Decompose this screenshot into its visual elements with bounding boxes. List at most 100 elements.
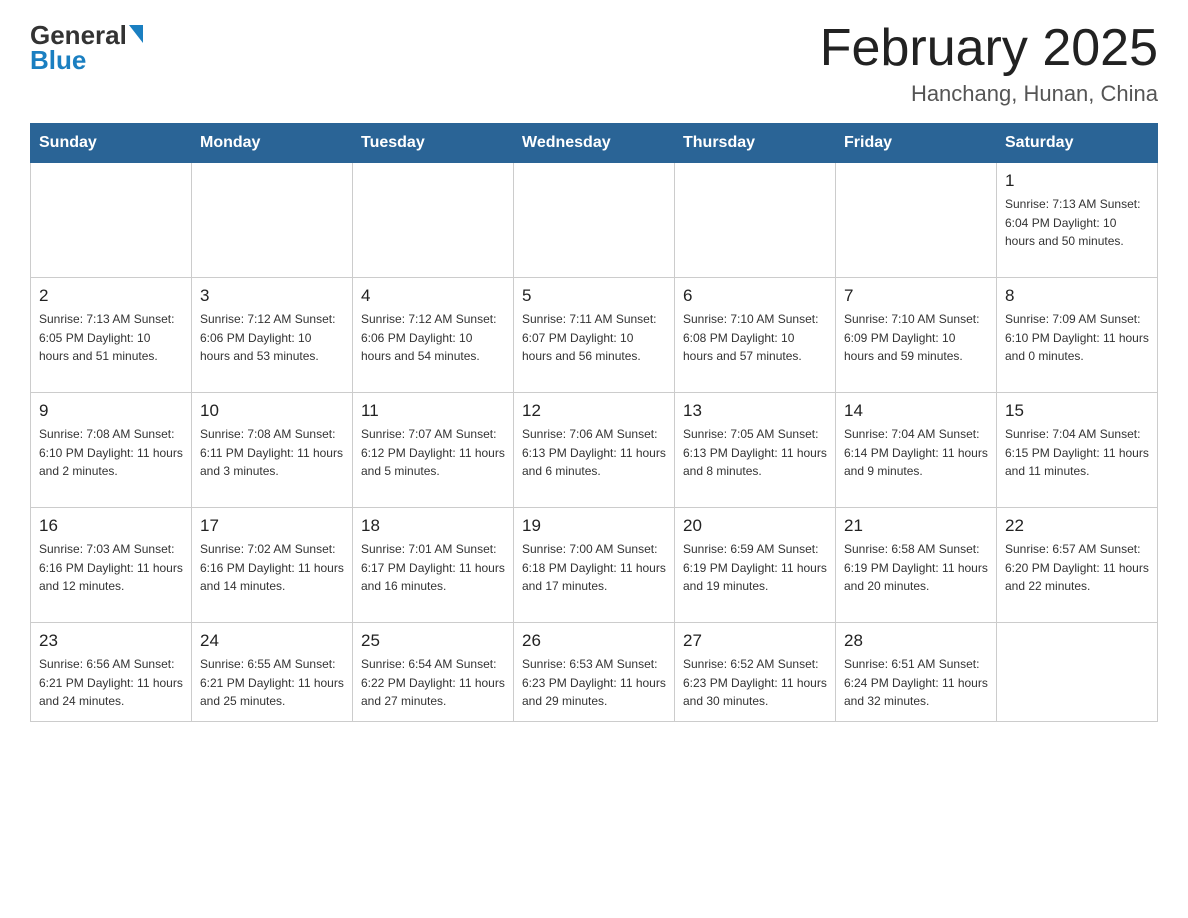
day-info: Sunrise: 7:04 AM Sunset: 6:15 PM Dayligh… [1005, 425, 1149, 481]
day-info: Sunrise: 7:01 AM Sunset: 6:17 PM Dayligh… [361, 540, 505, 596]
day-info: Sunrise: 7:11 AM Sunset: 6:07 PM Dayligh… [522, 310, 666, 366]
day-number: 2 [39, 286, 183, 306]
calendar-cell: 25Sunrise: 6:54 AM Sunset: 6:22 PM Dayli… [353, 623, 514, 722]
calendar-cell: 28 Sunrise: 6:51 AM Sunset: 6:24 PM Dayli… [836, 623, 997, 722]
calendar-cell: 23 Sunrise: 6:56 AM Sunset: 6:21 PM Dayli… [31, 623, 192, 722]
day-number: 26 [522, 631, 666, 651]
day-info: Sunrise: 6:55 AM Sunset: 6:21 PM Dayligh… [200, 655, 344, 711]
day-info: Sunrise: 7:12 AM Sunset: 6:06 PM Dayligh… [200, 310, 344, 366]
calendar-cell [836, 163, 997, 278]
weekday-header-friday: Friday [836, 124, 997, 163]
day-number: 8 [1005, 286, 1149, 306]
day-info: Sunrise: 7:02 AM Sunset: 6:16 PM Dayligh… [200, 540, 344, 596]
calendar-cell: 16 Sunrise: 7:03 AM Sunset: 6:16 PM Dayli… [31, 508, 192, 623]
day-number: 7 [844, 286, 988, 306]
calendar-cell: 3 Sunrise: 7:12 AM Sunset: 6:06 PM Daylig… [192, 278, 353, 393]
calendar-cell [514, 163, 675, 278]
calendar-table: SundayMondayTuesdayWednesdayThursdayFrid… [30, 123, 1158, 722]
calendar-cell: 5 Sunrise: 7:11 AM Sunset: 6:07 PM Daylig… [514, 278, 675, 393]
logo: General Blue [30, 20, 143, 76]
day-number: 5 [522, 286, 666, 306]
weekday-header-tuesday: Tuesday [353, 124, 514, 163]
logo-triangle-icon [129, 25, 143, 43]
day-info: Sunrise: 7:00 AM Sunset: 6:18 PM Dayligh… [522, 540, 666, 596]
calendar-cell: 26 Sunrise: 6:53 AM Sunset: 6:23 PM Dayli… [514, 623, 675, 722]
day-number: 22 [1005, 516, 1149, 536]
calendar-cell: 8 Sunrise: 7:09 AM Sunset: 6:10 PM Daylig… [997, 278, 1158, 393]
day-info: Sunrise: 6:51 AM Sunset: 6:24 PM Dayligh… [844, 655, 988, 711]
day-number: 14 [844, 401, 988, 421]
day-info: Sunrise: 7:08 AM Sunset: 6:11 PM Dayligh… [200, 425, 344, 481]
day-number: 18 [361, 516, 505, 536]
calendar-cell: 9Sunrise: 7:08 AM Sunset: 6:10 PM Daylig… [31, 393, 192, 508]
day-info: Sunrise: 7:06 AM Sunset: 6:13 PM Dayligh… [522, 425, 666, 481]
day-info: Sunrise: 6:53 AM Sunset: 6:23 PM Dayligh… [522, 655, 666, 711]
calendar-cell: 22 Sunrise: 6:57 AM Sunset: 6:20 PM Dayli… [997, 508, 1158, 623]
day-number: 28 [844, 631, 988, 651]
calendar-cell: 12 Sunrise: 7:06 AM Sunset: 6:13 PM Dayli… [514, 393, 675, 508]
weekday-header-monday: Monday [192, 124, 353, 163]
day-number: 23 [39, 631, 183, 651]
page-header: General Blue February 2025 Hanchang, Hun… [30, 20, 1158, 107]
calendar-cell: 18 Sunrise: 7:01 AM Sunset: 6:17 PM Dayli… [353, 508, 514, 623]
day-number: 3 [200, 286, 344, 306]
day-number: 10 [200, 401, 344, 421]
day-info: Sunrise: 7:13 AM Sunset: 6:05 PM Dayligh… [39, 310, 183, 366]
day-info: Sunrise: 7:10 AM Sunset: 6:08 PM Dayligh… [683, 310, 827, 366]
day-info: Sunrise: 7:13 AM Sunset: 6:04 PM Dayligh… [1005, 195, 1149, 251]
day-info: Sunrise: 7:12 AM Sunset: 6:06 PM Dayligh… [361, 310, 505, 366]
day-info: Sunrise: 6:52 AM Sunset: 6:23 PM Dayligh… [683, 655, 827, 711]
day-info: Sunrise: 7:04 AM Sunset: 6:14 PM Dayligh… [844, 425, 988, 481]
day-info: Sunrise: 6:54 AM Sunset: 6:22 PM Dayligh… [361, 655, 505, 711]
day-number: 15 [1005, 401, 1149, 421]
weekday-header-row: SundayMondayTuesdayWednesdayThursdayFrid… [31, 124, 1158, 163]
day-number: 12 [522, 401, 666, 421]
day-info: Sunrise: 7:09 AM Sunset: 6:10 PM Dayligh… [1005, 310, 1149, 366]
day-number: 17 [200, 516, 344, 536]
day-number: 21 [844, 516, 988, 536]
day-info: Sunrise: 7:03 AM Sunset: 6:16 PM Dayligh… [39, 540, 183, 596]
title-block: February 2025 Hanchang, Hunan, China [820, 20, 1158, 107]
calendar-cell: 19 Sunrise: 7:00 AM Sunset: 6:18 PM Dayli… [514, 508, 675, 623]
calendar-cell [997, 623, 1158, 722]
calendar-cell [675, 163, 836, 278]
day-info: Sunrise: 6:59 AM Sunset: 6:19 PM Dayligh… [683, 540, 827, 596]
day-number: 11 [361, 401, 505, 421]
calendar-cell: 1 Sunrise: 7:13 AM Sunset: 6:04 PM Daylig… [997, 163, 1158, 278]
calendar-cell: 7 Sunrise: 7:10 AM Sunset: 6:09 PM Daylig… [836, 278, 997, 393]
weekday-header-thursday: Thursday [675, 124, 836, 163]
calendar-cell: 10 Sunrise: 7:08 AM Sunset: 6:11 PM Dayli… [192, 393, 353, 508]
day-number: 19 [522, 516, 666, 536]
calendar-cell: 14 Sunrise: 7:04 AM Sunset: 6:14 PM Dayli… [836, 393, 997, 508]
weekday-header-wednesday: Wednesday [514, 124, 675, 163]
day-number: 6 [683, 286, 827, 306]
day-info: Sunrise: 6:58 AM Sunset: 6:19 PM Dayligh… [844, 540, 988, 596]
calendar-cell: 11Sunrise: 7:07 AM Sunset: 6:12 PM Dayli… [353, 393, 514, 508]
day-info: Sunrise: 7:10 AM Sunset: 6:09 PM Dayligh… [844, 310, 988, 366]
day-info: Sunrise: 6:57 AM Sunset: 6:20 PM Dayligh… [1005, 540, 1149, 596]
calendar-cell: 2 Sunrise: 7:13 AM Sunset: 6:05 PM Daylig… [31, 278, 192, 393]
day-number: 1 [1005, 171, 1149, 191]
week-row-1: 1 Sunrise: 7:13 AM Sunset: 6:04 PM Daylig… [31, 163, 1158, 278]
calendar-cell: 20Sunrise: 6:59 AM Sunset: 6:19 PM Dayli… [675, 508, 836, 623]
week-row-5: 23 Sunrise: 6:56 AM Sunset: 6:21 PM Dayli… [31, 623, 1158, 722]
day-info: Sunrise: 6:56 AM Sunset: 6:21 PM Dayligh… [39, 655, 183, 711]
calendar-cell: 24Sunrise: 6:55 AM Sunset: 6:21 PM Dayli… [192, 623, 353, 722]
calendar-cell: 27 Sunrise: 6:52 AM Sunset: 6:23 PM Dayli… [675, 623, 836, 722]
day-number: 16 [39, 516, 183, 536]
day-number: 27 [683, 631, 827, 651]
calendar-cell: 4 Sunrise: 7:12 AM Sunset: 6:06 PM Daylig… [353, 278, 514, 393]
weekday-header-sunday: Sunday [31, 124, 192, 163]
weekday-header-saturday: Saturday [997, 124, 1158, 163]
calendar-cell: 15 Sunrise: 7:04 AM Sunset: 6:15 PM Dayli… [997, 393, 1158, 508]
week-row-3: 9Sunrise: 7:08 AM Sunset: 6:10 PM Daylig… [31, 393, 1158, 508]
day-number: 9 [39, 401, 183, 421]
week-row-2: 2 Sunrise: 7:13 AM Sunset: 6:05 PM Daylig… [31, 278, 1158, 393]
calendar-cell: 17 Sunrise: 7:02 AM Sunset: 6:16 PM Dayli… [192, 508, 353, 623]
week-row-4: 16 Sunrise: 7:03 AM Sunset: 6:16 PM Dayli… [31, 508, 1158, 623]
day-number: 4 [361, 286, 505, 306]
calendar-cell [31, 163, 192, 278]
calendar-subtitle: Hanchang, Hunan, China [820, 81, 1158, 107]
day-number: 13 [683, 401, 827, 421]
calendar-title: February 2025 [820, 20, 1158, 77]
